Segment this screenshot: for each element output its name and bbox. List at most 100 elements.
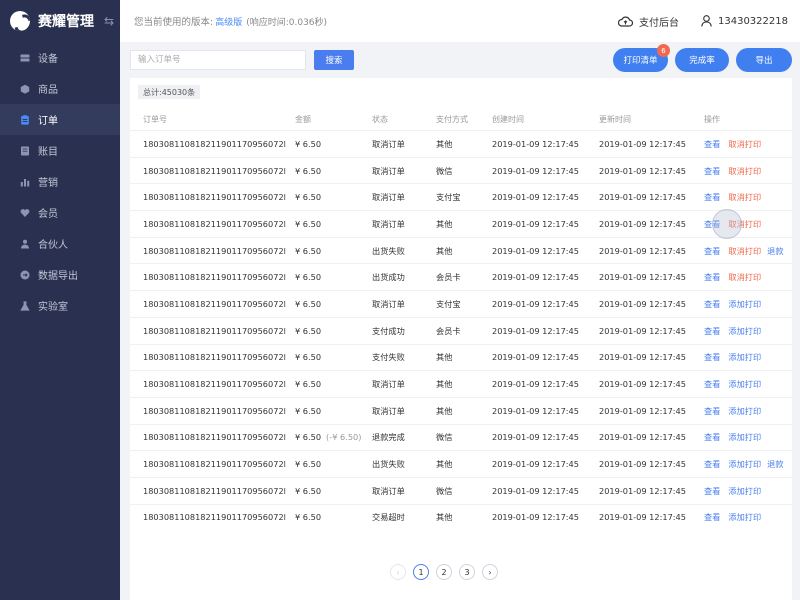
add-print-link[interactable]: 添加打印: [728, 326, 761, 336]
heart-icon: [20, 208, 30, 218]
add-print-link[interactable]: 添加打印: [728, 512, 761, 522]
export-button[interactable]: 导出: [736, 48, 792, 72]
add-print-link[interactable]: 添加打印: [728, 379, 761, 389]
pay-backend-link[interactable]: 支付后台: [618, 14, 679, 29]
view-link[interactable]: 查看: [704, 432, 720, 442]
created-time: 2019-01-09 12:17:45: [492, 512, 579, 523]
sidebar-item-5[interactable]: 会员: [0, 197, 120, 228]
prev-page-button[interactable]: ‹: [390, 564, 406, 580]
table-row: 180308110818211901170956072l ¥ 6.50 出货失败 其他…: [130, 450, 792, 477]
search-button[interactable]: 搜索: [314, 50, 354, 70]
page-button-1[interactable]: 1: [413, 564, 429, 580]
device-icon: [20, 53, 30, 63]
brand-logo-icon: [10, 11, 30, 31]
completion-rate-button[interactable]: 完成率: [675, 48, 729, 72]
table-row: 180308110818211901170956072l ¥ 6.50 交易超时 其他…: [130, 503, 792, 531]
payment-method: 其他: [436, 245, 453, 256]
order-id: 180308110818211901170956072l: [143, 138, 286, 149]
cancel-print-link[interactable]: 取消打印: [728, 139, 761, 149]
created-time: 2019-01-09 12:17:45: [492, 379, 579, 390]
sidebar-item-label: 数据导出: [38, 271, 78, 282]
view-link[interactable]: 查看: [704, 139, 720, 149]
topbar-right: 支付后台 13430322218: [596, 0, 788, 42]
row-actions: 查看 添加打印: [704, 351, 761, 363]
table-row: 180308110818211901170956072l ¥ 6.50 出货成功 会员…: [130, 263, 792, 290]
created-time: 2019-01-09 12:17:45: [492, 405, 579, 416]
pay-backend-label: 支付后台: [639, 17, 679, 29]
sidebar-item-8[interactable]: 实验室: [0, 290, 120, 321]
view-link[interactable]: 查看: [704, 379, 720, 389]
updated-time: 2019-01-09 12:17:45: [599, 165, 686, 176]
row-actions: 查看 取消打印: [704, 191, 761, 203]
view-link[interactable]: 查看: [704, 352, 720, 362]
amount: ¥ 6.50: [295, 459, 322, 470]
view-link[interactable]: 查看: [704, 246, 720, 256]
swap-icon[interactable]: ⇆: [104, 14, 114, 28]
updated-time: 2019-01-09 12:17:45: [599, 272, 686, 283]
refund-link[interactable]: 退款: [767, 459, 783, 469]
user-icon: [701, 15, 712, 27]
view-link[interactable]: 查看: [704, 406, 720, 416]
cancel-print-link[interactable]: 取消打印: [728, 272, 761, 282]
cancel-print-link[interactable]: 取消打印: [728, 192, 761, 202]
created-time: 2019-01-09 12:17:45: [492, 432, 579, 443]
updated-time: 2019-01-09 12:17:45: [599, 245, 686, 256]
sidebar-item-4[interactable]: 营销: [0, 166, 120, 197]
add-print-link[interactable]: 添加打印: [728, 352, 761, 362]
sidebar-item-0[interactable]: 设备: [0, 42, 120, 73]
cancel-print-link[interactable]: 取消打印: [728, 246, 761, 256]
add-print-link[interactable]: 添加打印: [728, 486, 761, 496]
order-status: 退款完成: [372, 432, 405, 443]
sidebar-item-label: 实验室: [38, 302, 68, 313]
clipboard-icon: [20, 114, 30, 125]
row-actions: 查看 取消打印 退款: [704, 245, 784, 257]
amount-cell: ¥ 6.50: [295, 379, 321, 389]
view-link[interactable]: 查看: [704, 512, 720, 522]
order-status: 取消订单: [372, 192, 405, 203]
refund-link[interactable]: 退款: [767, 246, 783, 256]
column-header: 更新时间: [599, 114, 631, 124]
amount-cell: ¥ 6.50: [295, 326, 321, 336]
created-time: 2019-01-09 12:17:45: [492, 325, 579, 336]
view-link[interactable]: 查看: [704, 192, 720, 202]
add-print-link[interactable]: 添加打印: [728, 299, 761, 309]
add-print-link[interactable]: 添加打印: [728, 459, 761, 469]
view-link[interactable]: 查看: [704, 272, 720, 282]
order-id: 180308110818211901170956072l: [143, 352, 286, 363]
search-input[interactable]: [130, 50, 306, 70]
view-link[interactable]: 查看: [704, 326, 720, 336]
order-id: 180308110818211901170956072l: [143, 512, 286, 523]
sidebar-item-7[interactable]: 数据导出: [0, 259, 120, 290]
next-page-button[interactable]: ›: [482, 564, 498, 580]
sidebar-item-2[interactable]: 订单: [0, 104, 120, 135]
created-time: 2019-01-09 12:17:45: [492, 192, 579, 203]
cancel-print-link[interactable]: 取消打印: [728, 166, 761, 176]
amount: ¥ 6.50: [295, 405, 322, 416]
view-link[interactable]: 查看: [704, 166, 720, 176]
sidebar-item-3[interactable]: 账目: [0, 135, 120, 166]
add-print-link[interactable]: 添加打印: [728, 406, 761, 416]
sidebar-item-6[interactable]: 合伙人: [0, 228, 120, 259]
order-id: 180308110818211901170956072l: [143, 192, 286, 203]
sidebar-item-1[interactable]: 商品: [0, 73, 120, 104]
page-button-3[interactable]: 3: [459, 564, 475, 580]
updated-time: 2019-01-09 12:17:45: [599, 432, 686, 443]
response-time: (响应时间:0.036秒): [246, 17, 328, 28]
page-button-2[interactable]: 2: [436, 564, 452, 580]
column-header: 金额: [295, 114, 311, 124]
table-row: 180308110818211901170956072l ¥ 6.50 支付成功 会员…: [130, 316, 792, 344]
topbar: 您当前使用的版本: 高级版 (响应时间:0.036秒) 支付后台 1343032…: [120, 0, 800, 42]
user-link[interactable]: 13430322218: [701, 15, 788, 27]
row-actions: 查看 取消打印: [704, 165, 761, 177]
version-link[interactable]: 高级版: [215, 15, 242, 28]
print-list-button[interactable]: 打印清单 6: [613, 44, 670, 72]
view-link[interactable]: 查看: [704, 459, 720, 469]
view-link[interactable]: 查看: [704, 486, 720, 496]
view-link[interactable]: 查看: [704, 299, 720, 309]
order-id: 180308110818211901170956072l: [143, 165, 286, 176]
amount-cell: ¥ 6.50: [295, 512, 321, 522]
row-actions: 查看 添加打印 退款: [704, 458, 784, 470]
bar-chart-icon: [20, 177, 30, 187]
toolbar: 搜索 打印清单 6 完成率 导出: [130, 44, 792, 72]
add-print-link[interactable]: 添加打印: [728, 432, 761, 442]
